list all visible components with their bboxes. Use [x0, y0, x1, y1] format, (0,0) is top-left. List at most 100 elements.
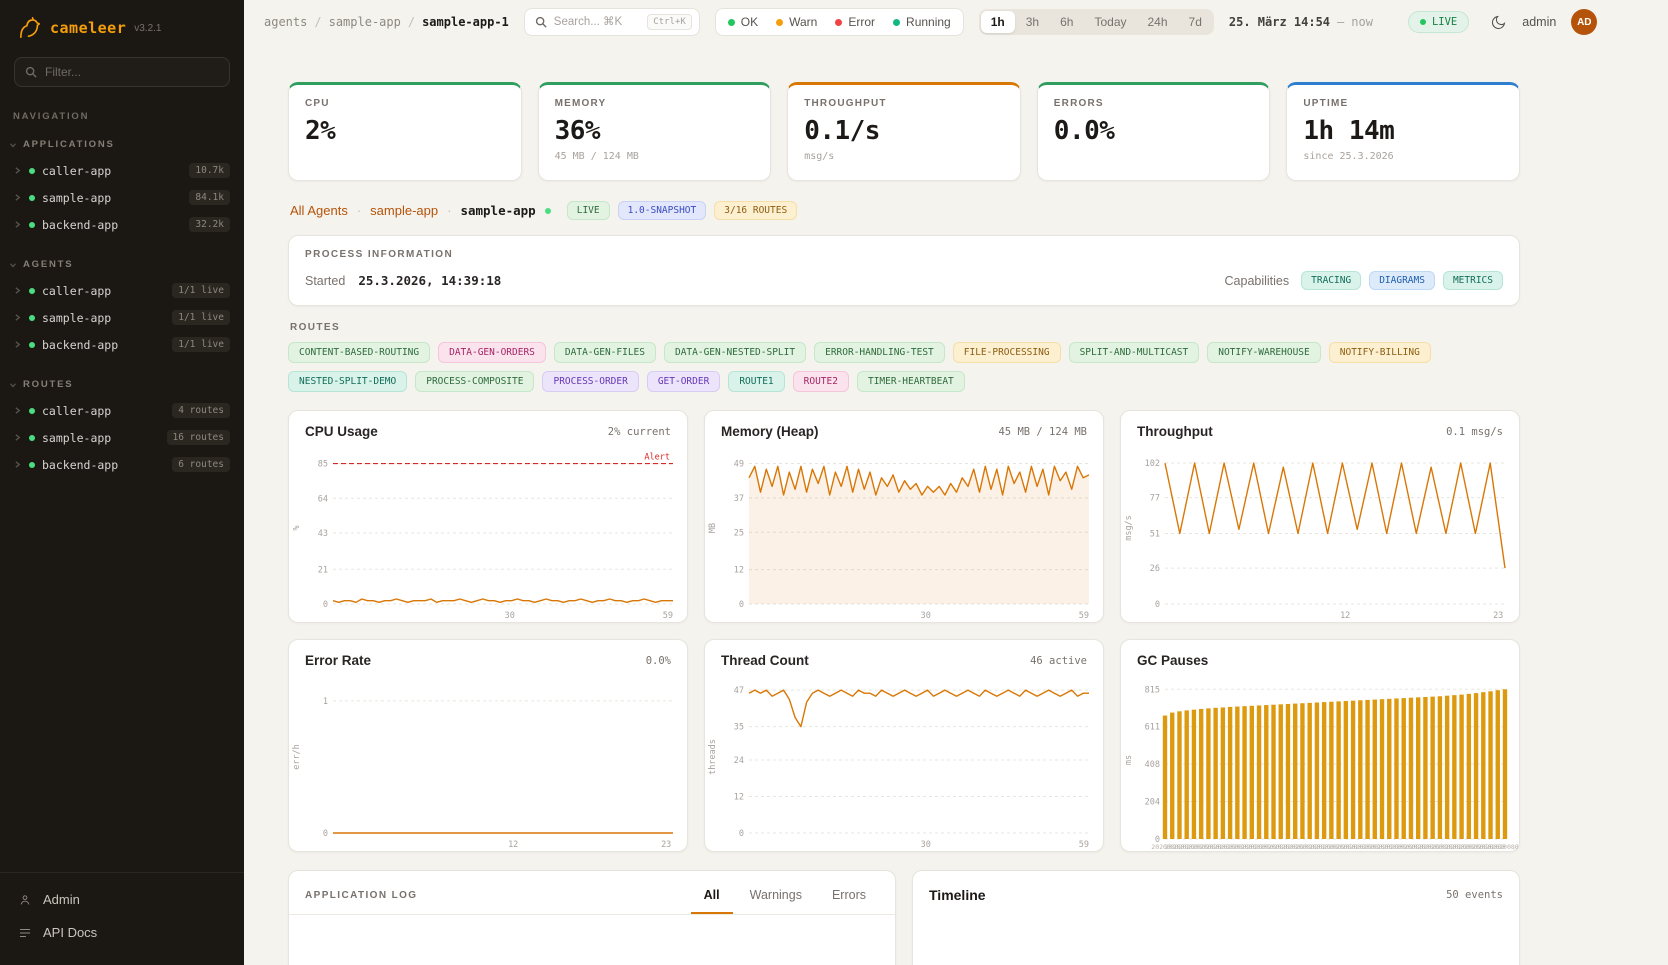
- sidebar-item-label: backend-app: [42, 218, 118, 232]
- route-pill-file-processing[interactable]: FILE-PROCESSING: [953, 342, 1061, 363]
- started-value: 25.3.2026, 14:39:18: [358, 273, 501, 288]
- time-range-7d[interactable]: 7d: [1179, 11, 1212, 33]
- status-color-dot: [728, 19, 735, 26]
- route-pill-notify-billing[interactable]: NOTIFY-BILLING: [1329, 342, 1431, 363]
- log-tab-warnings[interactable]: Warnings: [737, 888, 815, 914]
- sidebar-item-routes-backend-app[interactable]: backend-app6 routes: [0, 451, 244, 478]
- date-range-display[interactable]: 25. März 14:54 — now: [1229, 15, 1373, 29]
- log-tab-errors[interactable]: Errors: [819, 888, 879, 914]
- route-pill-content-based-routing[interactable]: CONTENT-BASED-ROUTING: [288, 342, 430, 363]
- moon-icon[interactable]: [1490, 14, 1507, 31]
- sidebar-item-routes-caller-app[interactable]: caller-app 4 routes: [0, 397, 244, 424]
- search-icon: [535, 16, 547, 28]
- live-dot: [1420, 19, 1426, 25]
- chart-value-threads: 46 active: [1030, 655, 1087, 667]
- sidebar-item-routes-sample-app[interactable]: sample-app16 routes: [0, 424, 244, 451]
- metric-label: UPTIME: [1303, 98, 1503, 109]
- section-header-agents[interactable]: AGENTS: [0, 254, 244, 277]
- sidebar-filter: [14, 57, 230, 87]
- chart-plot-gc: 0204408611815ms2020080202008020200802020…: [1121, 671, 1519, 851]
- route-pill-split-and-multicast[interactable]: SPLIT-AND-MULTICAST: [1069, 342, 1200, 363]
- time-range-today[interactable]: Today: [1084, 11, 1136, 33]
- process-info-card: PROCESS INFORMATION Started 25.3.2026, 1…: [288, 235, 1520, 306]
- cameleer-logo-icon: [16, 15, 42, 41]
- chart-plot-throughput: 02651771021223msg/s: [1121, 442, 1519, 622]
- sidebar-item-agents-sample-app[interactable]: sample-app1/1 live: [0, 304, 244, 331]
- status-color-dot: [893, 19, 900, 26]
- search-box[interactable]: Ctrl+K: [524, 8, 700, 36]
- svg-text:2020080: 2020080: [1491, 843, 1518, 851]
- sidebar-item-applications-sample-app[interactable]: sample-app84.1k: [0, 184, 244, 211]
- chart-value-throughput: 0.1 msg/s: [1446, 426, 1503, 438]
- svg-text:1: 1: [323, 697, 328, 707]
- svg-text:ms: ms: [1124, 755, 1134, 765]
- section-header-routes[interactable]: ROUTES: [0, 374, 244, 397]
- agent-current[interactable]: sample-app: [460, 203, 535, 218]
- sidebar-sections: APPLICATIONScaller-app10.7ksample-app84.…: [0, 134, 244, 494]
- sidebar-item-applications-backend-app[interactable]: backend-app32.2k: [0, 211, 244, 238]
- status-dot: [29, 288, 35, 294]
- chart-title-cpu: CPU Usage: [305, 424, 378, 439]
- route-pill-route2[interactable]: ROUTE2: [793, 371, 849, 392]
- chevron-right-icon: [13, 220, 22, 229]
- status-dot: [29, 195, 35, 201]
- status-filter-running[interactable]: Running: [884, 15, 960, 29]
- chart-card-memory: Memory (Heap)45 MB / 124 MB0122537493059…: [704, 410, 1104, 623]
- route-pill-process-order[interactable]: PROCESS-ORDER: [542, 371, 638, 392]
- status-dot: [29, 168, 35, 174]
- route-pill-error-handling-test[interactable]: ERROR-HANDLING-TEST: [814, 342, 945, 363]
- time-range-1h[interactable]: 1h: [981, 11, 1015, 33]
- date-separator: —: [1337, 15, 1344, 29]
- filter-input[interactable]: [45, 65, 219, 79]
- search-input[interactable]: [554, 16, 640, 28]
- sidebar-item-label: sample-app: [42, 431, 111, 445]
- metric-subtext: 45 MB / 124 MB: [555, 151, 755, 162]
- live-indicator[interactable]: LIVE: [1408, 11, 1469, 33]
- sidebar-item-label: caller-app: [42, 404, 111, 418]
- sidebar-footer-api-docs[interactable]: API Docs: [0, 916, 244, 949]
- metric-subtext: msg/s: [804, 151, 1004, 162]
- route-pill-data-gen-nested-split[interactable]: DATA-GEN-NESTED-SPLIT: [664, 342, 806, 363]
- sidebar-item-applications-caller-app[interactable]: caller-app10.7k: [0, 157, 244, 184]
- agent-link-all-agents[interactable]: All Agents: [290, 203, 348, 218]
- breadcrumb-item-sample-app[interactable]: sample-app: [329, 15, 401, 29]
- status-color-dot: [835, 19, 842, 26]
- main-column: agents/sample-app/sample-app-1 Ctrl+K OK…: [244, 0, 1668, 965]
- route-pill-process-composite[interactable]: PROCESS-COMPOSITE: [415, 371, 534, 392]
- count-badge: 4 routes: [172, 403, 230, 418]
- sidebar-footer-admin[interactable]: Admin: [0, 883, 244, 916]
- route-pill-timer-heartbeat[interactable]: TIMER-HEARTBEAT: [857, 371, 965, 392]
- route-pill-data-gen-files[interactable]: DATA-GEN-FILES: [554, 342, 656, 363]
- breadcrumb-item-sample-app-1[interactable]: sample-app-1: [422, 15, 509, 29]
- log-tab-all[interactable]: All: [691, 888, 733, 914]
- route-pill-get-order[interactable]: GET-ORDER: [647, 371, 720, 392]
- chart-plot-cpu: 0214364853059%Alert: [289, 442, 687, 622]
- section-header-applications[interactable]: APPLICATIONS: [0, 134, 244, 157]
- app-name: cameleer: [50, 19, 126, 37]
- metric-value: 0.0%: [1054, 116, 1254, 146]
- status-filter-ok[interactable]: OK: [719, 15, 767, 29]
- app-logo[interactable]: cameleer v3.2.1: [0, 0, 244, 57]
- metric-label: CPU: [305, 98, 505, 109]
- route-pill-data-gen-orders[interactable]: DATA-GEN-ORDERS: [438, 342, 546, 363]
- agent-link-sample-app[interactable]: sample-app: [370, 203, 438, 218]
- breadcrumb-item-agents[interactable]: agents: [264, 15, 307, 29]
- sidebar-item-agents-backend-app[interactable]: backend-app1/1 live: [0, 331, 244, 358]
- status-filter-warn[interactable]: Warn: [767, 15, 826, 29]
- sidebar-item-agents-caller-app[interactable]: caller-app1/1 live: [0, 277, 244, 304]
- route-pill-notify-warehouse[interactable]: NOTIFY-WAREHOUSE: [1207, 342, 1321, 363]
- avatar[interactable]: AD: [1571, 9, 1597, 35]
- route-pill-nested-split-demo[interactable]: NESTED-SPLIT-DEMO: [288, 371, 407, 392]
- log-tabs: AllWarningsErrors: [691, 888, 879, 914]
- sidebar-item-label: backend-app: [42, 338, 118, 352]
- chart-plot-memory: 0122537493059MB: [705, 442, 1103, 622]
- route-pill-route1[interactable]: ROUTE1: [728, 371, 784, 392]
- count-badge: 1/1 live: [172, 310, 230, 325]
- time-range-3h[interactable]: 3h: [1016, 11, 1049, 33]
- status-filter-error[interactable]: Error: [826, 15, 884, 29]
- time-range-24h[interactable]: 24h: [1138, 11, 1178, 33]
- time-range-6h[interactable]: 6h: [1050, 11, 1083, 33]
- capability-badges: TRACINGDIAGRAMSMETRICS: [1301, 271, 1503, 290]
- status-dot: [29, 462, 35, 468]
- svg-text:23: 23: [1493, 611, 1503, 621]
